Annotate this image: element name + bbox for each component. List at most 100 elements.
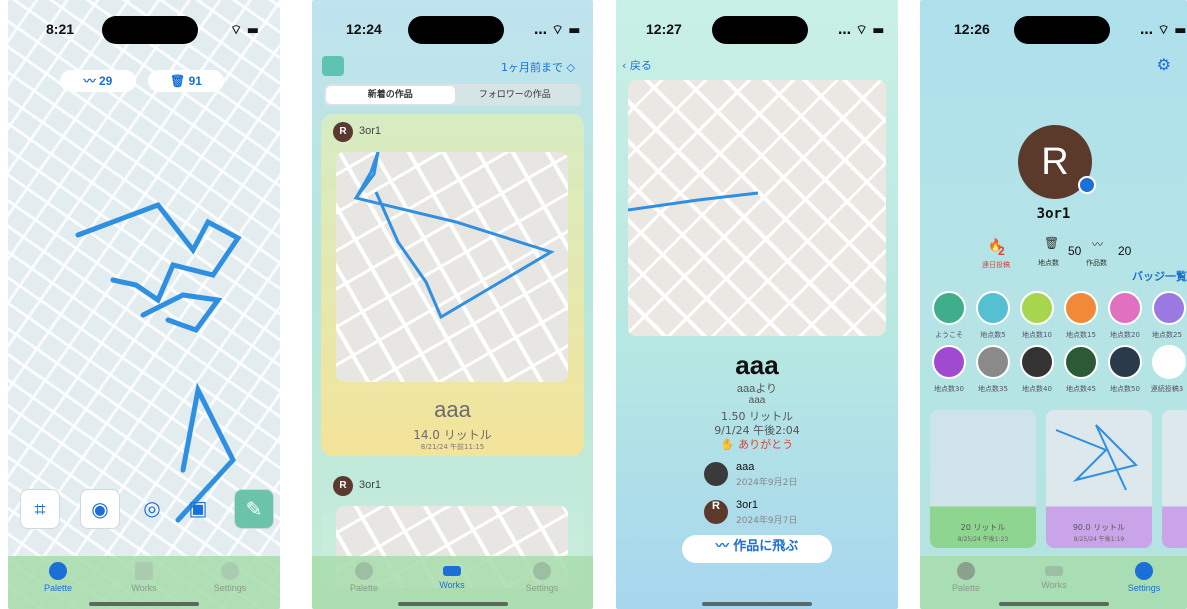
edit-avatar-icon[interactable] <box>1078 176 1096 194</box>
badge-icon[interactable] <box>1108 291 1142 325</box>
tab-label: Palette <box>951 583 981 593</box>
tab-bar: Palette Works Settings <box>920 556 1187 609</box>
badge-icon[interactable] <box>1108 345 1142 379</box>
home-indicator <box>89 602 199 606</box>
target-icon: ◎ <box>143 496 161 520</box>
tab-label: Settings <box>213 583 247 593</box>
avatar: R <box>333 122 353 142</box>
tab-settings[interactable]: Settings <box>502 562 582 593</box>
tab-settings[interactable]: Settings <box>1104 562 1184 593</box>
badge-label: 地点数45 <box>1066 385 1096 393</box>
map-screen: 8:21 ⌔ ▬ 〰 29 🗑 91 ⌗ ◉ ◎ ▣ ✎ Palette Wor… <box>8 0 280 609</box>
gear-icon[interactable]: ⚙ <box>1157 55 1171 74</box>
badge-label: 地点数40 <box>1022 385 1052 393</box>
person-pin-icon: ◉ <box>91 497 109 521</box>
tab-label: Palette <box>43 583 73 593</box>
back-button[interactable]: ‹ 戻る <box>622 57 652 73</box>
crop-tool-button[interactable]: ⌗ <box>20 489 60 529</box>
jump-to-work-button[interactable]: 〰 作品に飛ぶ <box>682 535 832 563</box>
points-label: 地点数 <box>1038 259 1059 267</box>
tab-works[interactable]: Works <box>412 562 492 590</box>
trash-icon: 🗑 <box>170 74 189 88</box>
work-card[interactable]: R 3or1 aaa 14.0 リットル 8/21/24 午前11:15 <box>321 114 584 456</box>
tile-amount: 90.0 リットル <box>1072 523 1126 532</box>
tab-bar: Palette Works Settings <box>312 556 593 609</box>
dynamic-island <box>1014 16 1110 44</box>
route-line <box>628 191 759 212</box>
home-indicator <box>702 602 812 606</box>
badge-icon[interactable] <box>932 345 966 379</box>
pen-icon: ✎ <box>245 497 263 521</box>
draw-tool-button[interactable]: ✎ <box>234 489 274 529</box>
signal-icon: ⌔ ▬ <box>230 23 260 38</box>
work-from: aaaより <box>736 383 778 395</box>
work-tile[interactable] <box>1162 410 1187 548</box>
badge-label: 地点数35 <box>978 385 1008 393</box>
badge-icon[interactable] <box>1064 345 1098 379</box>
badge-icon[interactable] <box>1020 345 1054 379</box>
tab-palette[interactable]: Palette <box>926 562 1006 593</box>
wave-icon <box>135 562 153 580</box>
status-bar: 8:21 ⌔ ▬ <box>8 16 280 44</box>
badge-label: 地点数15 <box>1066 331 1096 339</box>
range-selector[interactable]: 1ヶ月前まで ◇ <box>501 59 575 75</box>
badge-label: ようこそ <box>935 331 963 339</box>
dynamic-island <box>102 16 198 44</box>
tab-palette[interactable]: Palette <box>324 562 404 593</box>
route-line <box>1055 424 1138 491</box>
signal-icon: … ⌔ ▬ <box>534 23 581 38</box>
comment-user: aaa <box>736 461 755 473</box>
route-line <box>353 152 555 320</box>
tab-palette[interactable]: Palette <box>18 562 98 593</box>
streak-label: 連日投稿 <box>982 261 1010 269</box>
tab-label: Settings <box>1127 583 1161 593</box>
avatar-tool-button[interactable]: ◉ <box>80 489 120 529</box>
badge-icon[interactable] <box>1020 291 1054 325</box>
point-count: 91 <box>188 74 202 88</box>
globe-icon <box>957 562 975 580</box>
work-tile[interactable]: 20 リットル 8/25/24 午後1:23 <box>930 410 1036 548</box>
badge-label: 連続投稿3 <box>1150 385 1184 393</box>
route-map[interactable] <box>628 80 886 336</box>
clap-icon: ✋ <box>720 438 739 451</box>
badge-icon[interactable] <box>976 291 1010 325</box>
work-tile[interactable]: 90.0 リットル 8/25/24 午後1:19 <box>1046 410 1152 548</box>
globe-icon <box>49 562 67 580</box>
works-label: 作品数 <box>1086 259 1107 267</box>
tab-settings[interactable]: Settings <box>190 562 270 593</box>
tab-works[interactable]: Works <box>104 562 184 593</box>
thanks-label: ありがとう <box>738 438 794 451</box>
works-feed-screen: 12:24 … ⌔ ▬ 1ヶ月前まで ◇ 新着の作品 フォロワーの作品 R 3o… <box>312 0 593 609</box>
work-date: 8/21/24 午前11:15 <box>420 443 485 451</box>
jump-label: 作品に飛ぶ <box>733 539 799 554</box>
badges-title[interactable]: バッジ一覧 <box>1132 268 1187 284</box>
points-value: 50 <box>1068 244 1082 258</box>
badge-icon[interactable] <box>976 345 1010 379</box>
tab-label: Settings <box>525 583 559 593</box>
dynamic-island <box>408 16 504 44</box>
segment-new-works[interactable]: 新着の作品 <box>326 86 455 104</box>
status-bar: 12:26 … ⌔ ▬ <box>920 16 1187 44</box>
profile-screen: 12:26 … ⌔ ▬ ⚙ R 3or1 🔥 2 連日投稿 🗑 50 地点数 〰… <box>920 0 1187 609</box>
segment-follower-works[interactable]: フォロワーの作品 <box>451 86 580 104</box>
badge-icon[interactable] <box>1064 291 1098 325</box>
trash-icon: 🗑 <box>1044 236 1060 250</box>
profile-username: 3or1 <box>1036 206 1071 222</box>
comment-date: 2024年9月2日 <box>736 478 798 488</box>
tab-label: Works <box>1041 580 1067 590</box>
work-detail-screen: 12:27 … ⌔ ▬ ‹ 戻る aaa aaaより aaa 1.50 リットル… <box>616 0 898 609</box>
thanks-button[interactable]: ✋ ありがとう <box>616 436 898 452</box>
badge-icon[interactable] <box>932 291 966 325</box>
status-bar: 12:24 … ⌔ ▬ <box>312 16 593 44</box>
tab-works[interactable]: Works <box>1014 562 1094 590</box>
work-title: aaa <box>434 397 471 422</box>
badge-icon[interactable] <box>1152 291 1186 325</box>
square-icon: ▣ <box>188 496 208 520</box>
square-tool-button[interactable]: ▣ <box>178 489 218 529</box>
avatar: R <box>704 500 728 524</box>
route-map-thumbnail <box>336 152 568 382</box>
badge-label: 地点数30 <box>934 385 964 393</box>
person-icon <box>221 562 239 580</box>
flame-badge-icon[interactable] <box>1152 345 1186 379</box>
target-tool-button[interactable]: ◎ <box>132 489 172 529</box>
